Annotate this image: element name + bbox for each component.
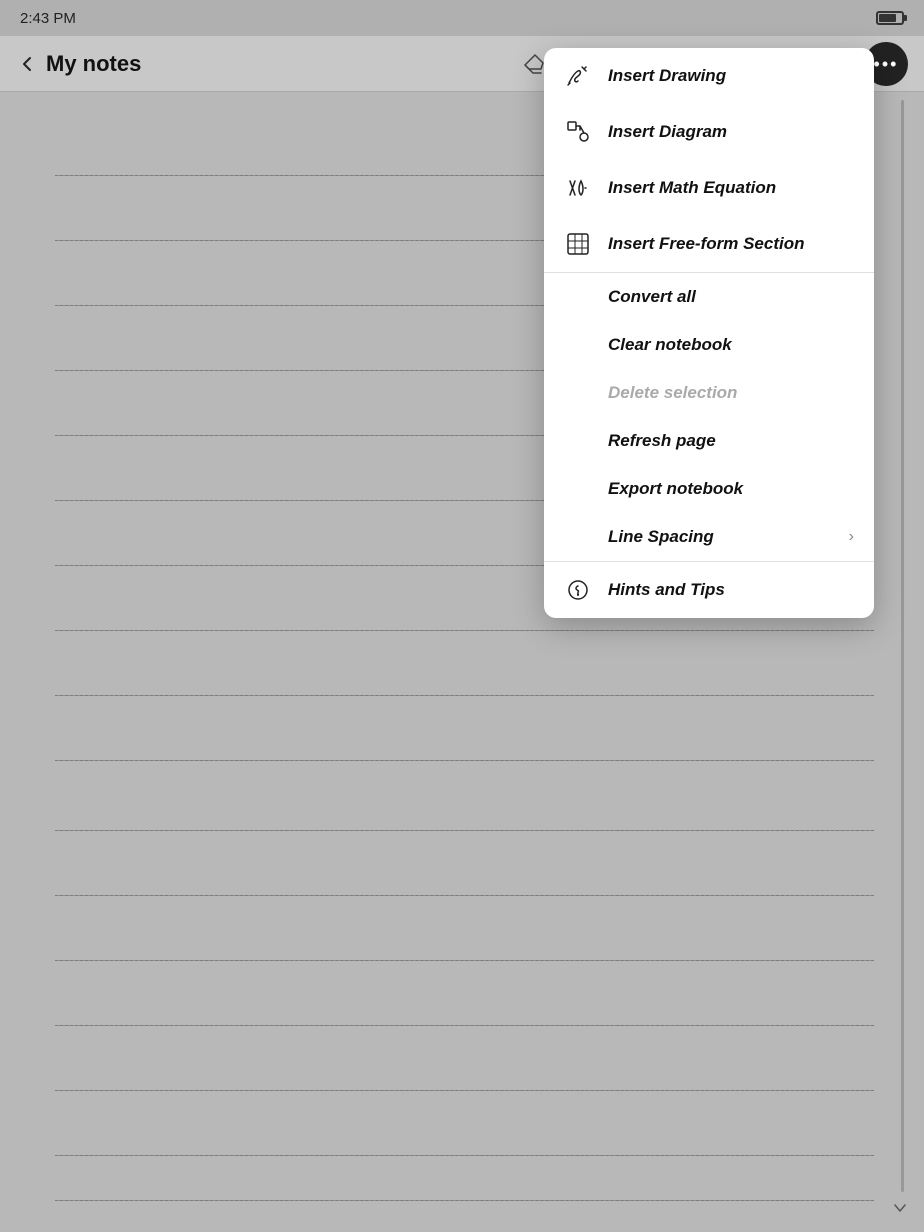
insert-math-icon [564,174,592,202]
scrollbar-track [901,100,904,1192]
chevron-down-icon [890,1198,910,1218]
page-title: My notes [46,51,141,77]
menu-item-refresh-page[interactable]: Refresh page [588,417,874,465]
back-button[interactable]: My notes [16,51,141,77]
menu-item-delete-selection[interactable]: Delete selection [588,369,874,417]
dropdown-menu: Insert Drawing Insert Diagram Insert M [544,48,874,618]
insert-diagram-label: Insert Diagram [608,122,854,142]
hints-tips-icon [564,576,592,604]
menu-item-insert-freeform[interactable]: Insert Free-form Section [544,216,874,272]
menu-section-insert: Insert Drawing Insert Diagram Insert M [544,48,874,273]
notebook-line [55,960,874,961]
insert-drawing-icon [564,62,592,90]
status-bar: 2:43 PM [0,0,924,36]
notebook-line [55,1025,874,1026]
status-battery [876,11,904,25]
notebook-line [55,760,874,761]
insert-freeform-icon [564,230,592,258]
notebook-line [55,695,874,696]
status-time: 2:43 PM [20,10,76,27]
insert-math-label: Insert Math Equation [608,178,854,198]
export-notebook-label: Export notebook [608,479,854,499]
line-spacing-label: Line Spacing [608,527,833,547]
notebook-line [55,630,874,631]
notebook-line [55,830,874,831]
menu-item-hints-tips[interactable]: Hints and Tips [544,562,874,618]
scrollbar-area [874,92,924,1232]
back-icon [16,53,38,75]
notebook-line [55,1200,874,1201]
convert-all-label: Convert all [608,287,854,307]
more-dots-icon: ••• [874,55,899,73]
insert-diagram-icon [564,118,592,146]
menu-item-insert-math[interactable]: Insert Math Equation [544,160,874,216]
hints-tips-label: Hints and Tips [608,580,854,600]
insert-freeform-label: Insert Free-form Section [608,234,854,254]
menu-item-insert-drawing[interactable]: Insert Drawing [544,48,874,104]
notebook-line [55,1090,874,1091]
menu-section-actions: Convert all Clear notebook Delete select… [544,273,874,562]
battery-icon [876,11,904,25]
insert-drawing-label: Insert Drawing [608,66,854,86]
menu-item-insert-diagram[interactable]: Insert Diagram [544,104,874,160]
menu-item-export-notebook[interactable]: Export notebook [588,465,874,513]
menu-section-hints: Hints and Tips [544,562,874,618]
menu-item-line-spacing[interactable]: Line Spacing › [588,513,874,561]
clear-notebook-label: Clear notebook [608,335,854,355]
menu-item-convert-all[interactable]: Convert all [588,273,874,321]
notebook-line [55,1155,874,1156]
notebook-line [55,895,874,896]
delete-selection-label: Delete selection [608,383,854,403]
line-spacing-chevron-icon: › [849,528,854,546]
scroll-down-button[interactable] [884,1192,916,1224]
toolbar-left: My notes [16,51,514,77]
refresh-page-label: Refresh page [608,431,854,451]
menu-item-clear-notebook[interactable]: Clear notebook [588,321,874,369]
